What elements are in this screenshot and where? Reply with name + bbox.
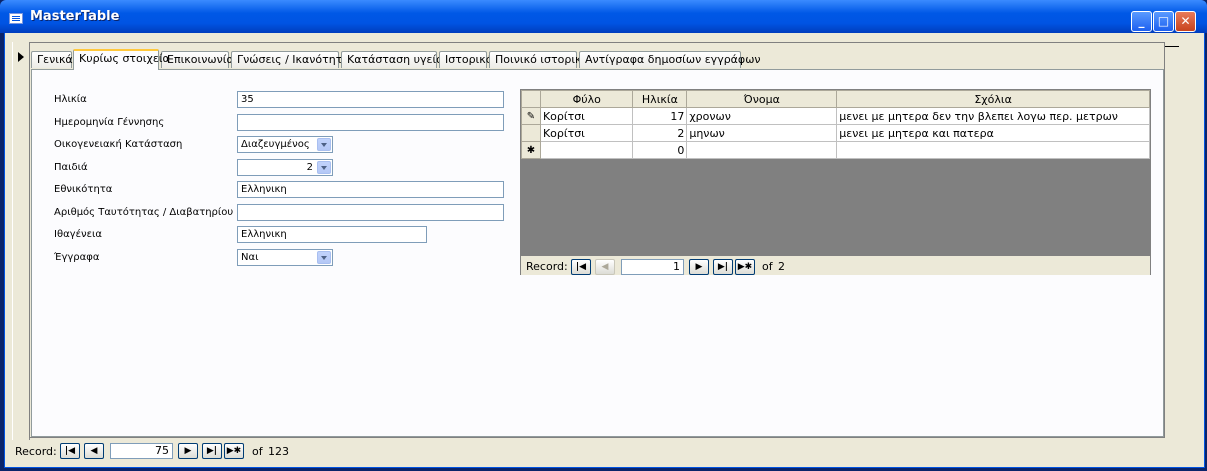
tab-public-documents[interactable]: Αντίγραφα δημοσίων εγγράφων [579,51,761,68]
new-record-icon[interactable]: ▶✱ [224,443,244,459]
ethnicity-label: Εθνικότητα [54,184,113,195]
form-icon [9,13,23,24]
cell-sex[interactable]: Κορίτσι [539,124,634,142]
tab-contact[interactable]: Επικοινωνία [161,51,234,68]
row-selector[interactable] [521,124,541,142]
cell-name[interactable]: μηνων [686,124,838,142]
subform-record-navigator: Record: |◀ ◀ 1 ▶ ▶| ▶✱ of 2 [526,259,826,276]
id-passport-label: Αριθμός Ταυτότητας / Διαβατηρίου [54,207,234,218]
subform-of-label: of [762,260,773,273]
chevron-down-icon[interactable] [317,138,331,151]
children-label: Παιδιά [54,162,88,173]
cell-age[interactable]: 2 [632,124,688,142]
subform-record-total: 2 [778,260,785,273]
subform-record-number-input[interactable]: 1 [621,259,684,275]
birthdate-label: Ημερομηνία Γέννησης [54,117,165,128]
table-row[interactable]: ✎ Κορίτσι 17 χρονων μενει με μητερα δεν … [521,107,1150,125]
documents-value: Ναι [241,252,259,263]
prev-record-icon: ◀ [595,259,615,275]
cell-comments[interactable]: μενει με μητερα δεν την βλεπει λογω περ.… [836,107,1150,125]
birthdate-field[interactable] [237,114,504,131]
last-record-icon[interactable]: ▶| [713,259,733,275]
column-header-age[interactable]: Ηλικία [632,90,688,108]
first-record-icon[interactable]: |◀ [60,443,80,459]
next-record-icon[interactable]: ▶ [178,443,198,459]
column-header-comments[interactable]: Σχόλια [836,90,1150,108]
cell-age[interactable]: 17 [632,107,688,125]
tab-skills[interactable]: Γνώσεις / Ικανότητες [231,51,355,68]
header-row: Φύλο Ηλικία Όνομα Σχόλια [521,90,1150,108]
documents-label: Έγγραφα [54,252,100,263]
current-record-arrow-icon [18,52,24,62]
main-record-number-input[interactable]: 75 [110,443,173,459]
subform-record-label: Record: [526,260,568,273]
main-of-label: of [252,445,263,458]
tab-health[interactable]: Κατάσταση υγείας [341,51,450,68]
divider-line [1165,46,1179,47]
ethnicity-field[interactable]: Ελληνικη [237,181,504,198]
chevron-down-icon[interactable] [317,251,331,264]
application-window: MasterTable _ □ ✕ Γενικά Κυρίως στοιχεία… [0,0,1207,471]
title-bar[interactable]: MasterTable _ □ ✕ [0,0,1207,33]
cell-comments[interactable] [836,141,1150,159]
main-record-navigator: Record: |◀ ◀ 75 ▶ ▶| ▶✱ of 123 [15,443,315,460]
cell-name[interactable] [686,141,838,159]
cell-sex[interactable] [539,141,634,159]
citizenship-field[interactable]: Ελληνικη [237,226,427,243]
minimize-button[interactable]: _ [1131,11,1152,32]
marital-status-value: Διαζευγμένος [241,139,310,150]
tab-criminal-record[interactable]: Ποινικό ιστορικό [489,51,588,68]
column-header-name[interactable]: Όνομα [686,90,838,108]
children-datasheet: Φύλο Ηλικία Όνομα Σχόλια ✎ Κορίτσι 17 χρ… [521,90,1150,159]
new-record-row[interactable]: ✱ 0 [521,141,1150,159]
record-selector[interactable] [12,42,30,440]
new-record-icon[interactable]: ▶✱ [735,259,755,275]
close-button[interactable]: ✕ [1175,11,1196,32]
children-combo[interactable]: 2 [237,159,333,176]
chevron-down-icon[interactable] [317,161,331,174]
citizenship-label: Ιθαγένεια [54,229,102,240]
tab-general[interactable]: Γενικά [31,51,73,68]
tab-main-details[interactable]: Κυρίως στοιχεία [73,49,170,70]
children-subform: Φύλο Ηλικία Όνομα Σχόλια ✎ Κορίτσι 17 χρ… [520,89,1151,275]
documents-combo[interactable]: Ναι [237,249,333,266]
column-header-sex[interactable]: Φύλο [539,90,634,108]
last-record-icon[interactable]: ▶| [202,443,222,459]
main-record-total: 123 [268,445,289,458]
window-title: MasterTable [30,9,120,24]
first-record-icon[interactable]: |◀ [571,259,591,275]
cell-age[interactable]: 0 [632,141,688,159]
table-row[interactable]: Κορίτσι 2 μηνων μενει με μητερα και πατε… [521,124,1150,142]
next-record-icon[interactable]: ▶ [689,259,709,275]
row-selector-pencil-icon[interactable]: ✎ [521,107,541,125]
cell-name[interactable]: χρονων [686,107,838,125]
new-record-asterisk-icon[interactable]: ✱ [521,141,541,159]
marital-status-combo[interactable]: Διαζευγμένος [237,136,333,153]
select-all-corner[interactable] [521,90,541,108]
children-value: 2 [306,162,313,173]
main-record-label: Record: [15,445,57,458]
marital-status-label: Οικογενειακή Κατάσταση [54,139,183,150]
id-passport-field[interactable] [237,204,504,221]
maximize-button[interactable]: □ [1153,11,1174,32]
prev-record-icon[interactable]: ◀ [84,443,104,459]
age-label: Ηλικία [54,94,87,105]
age-field[interactable]: 35 [237,91,504,108]
cell-sex[interactable]: Κορίτσι [539,107,634,125]
tab-history[interactable]: Ιστορικό [439,51,493,68]
cell-comments[interactable]: μενει με μητερα και πατερα [836,124,1150,142]
